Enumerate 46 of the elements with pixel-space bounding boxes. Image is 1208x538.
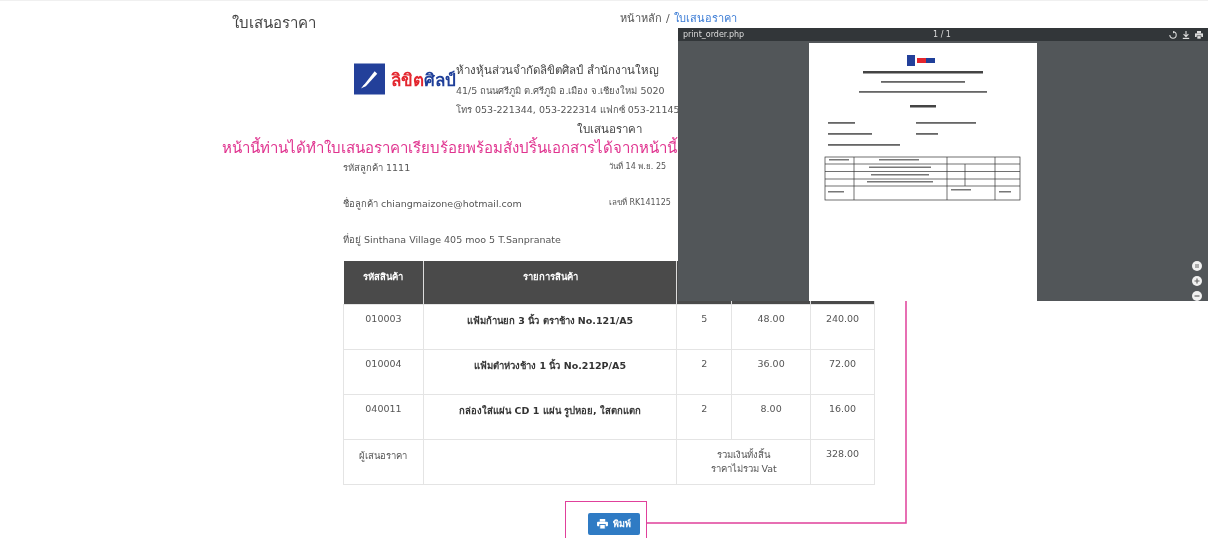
table-cell: 328.00 <box>810 439 875 484</box>
table-cell: รวมเงินทั้งสิ้น ราคาไม่รวม Vat <box>676 439 811 484</box>
table-cell: 010003 <box>343 304 424 349</box>
printer-icon <box>597 518 608 529</box>
print-icon[interactable] <box>1195 30 1203 39</box>
table-cell: 010004 <box>343 349 424 394</box>
breadcrumb-link[interactable]: หน้าหลัก <box>620 12 662 25</box>
logo-text: ลิขิต <box>391 69 424 90</box>
zoom-in-icon[interactable] <box>1192 276 1202 286</box>
table-cell: ผู้เสนอราคา <box>343 439 424 484</box>
company-name: ห้างหุ้นส่วนจำกัดลิขิตศิลป์ สำนักงานใหญ <box>456 62 660 79</box>
logo-pen-icon <box>354 61 385 97</box>
info-text: รหัสลูกค้า 1111 <box>343 161 412 176</box>
table-cell: 48.00 <box>731 304 811 349</box>
company-address-line: 41/5 ถนนศรีภูมิ ต.ศรีภูมิ อ.เมือง จ.เชียงใหม่ 5020 <box>456 84 666 98</box>
file-name: print_order.php <box>683 30 745 39</box>
document-title: ใบเสนอราคา <box>577 123 642 136</box>
table-cell: 8.00 <box>731 394 811 439</box>
table-cell: กล่องใส่แผ่น CD 1 แผ่น รูปหอย, ใสตกแตก <box>423 394 677 439</box>
column-header: รายการสินค้า <box>423 261 677 304</box>
info-text: วันที่ 14 พ.ย. 25 <box>609 160 667 173</box>
table-cell: 16.00 <box>810 394 875 439</box>
download-icon[interactable] <box>1182 30 1190 39</box>
table-cell: แฟ้มตำห่วงช้าง 1 นิ้ว No.212P/A5 <box>423 349 677 394</box>
info-text: เลขที่ RK141125 <box>609 196 671 209</box>
table-cell: 72.00 <box>810 349 875 394</box>
column-header: รหัสสินค้า <box>343 261 424 304</box>
company-address-line: โทร 053-221344, 053-222314 แฟกซ์ 053-21145 <box>456 103 680 117</box>
info-text: ชื่อลูกค้า chiangmaizone@hotmail.com <box>343 196 523 212</box>
table-cell: 2 <box>676 394 732 439</box>
page-counter: 1 / 1 <box>933 30 951 39</box>
page-title: ใบเสนอราคา <box>232 13 316 33</box>
table-cell: แฟ้มก้านยก 3 นิ้ว ตราช้าง No.121/A5 <box>423 304 677 349</box>
logo-text: ศิลป์ <box>424 69 456 90</box>
table-cell: 240.00 <box>810 304 875 349</box>
print-button[interactable]: พิมพ์ <box>588 512 640 535</box>
table-cell: 36.00 <box>731 349 811 394</box>
table-cell: 2 <box>676 349 732 394</box>
table-cell: 5 <box>676 304 732 349</box>
breadcrumb-link[interactable]: ใบเสนอราคา <box>673 12 737 25</box>
table-cell: 040011 <box>343 394 424 439</box>
zoom-out-icon[interactable] <box>1192 291 1202 301</box>
fit-page-icon[interactable] <box>1192 261 1202 271</box>
breadcrumb-separator: / <box>666 12 670 25</box>
rotate-icon[interactable] <box>1169 30 1177 39</box>
info-text: ที่อยู่ Sinthana Village 405 moo 5 T.Sanpranate <box>343 232 562 248</box>
